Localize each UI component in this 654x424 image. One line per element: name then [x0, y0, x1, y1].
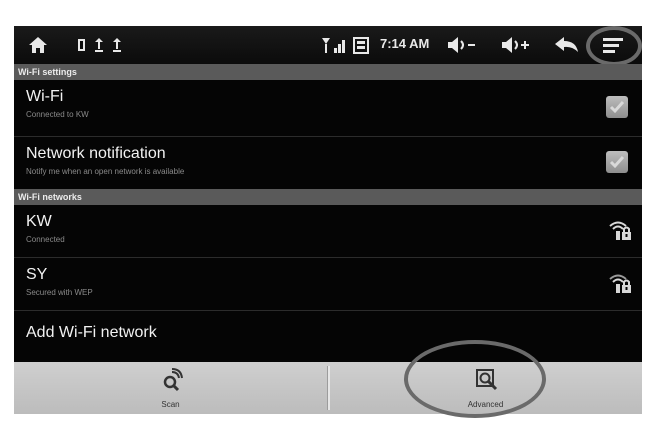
volume-down-icon[interactable] — [446, 36, 476, 54]
checkmark-icon — [609, 156, 625, 169]
network-notification-row[interactable]: Network notification Notify me when an o… — [14, 137, 642, 189]
wifi-toggle-row[interactable]: Wi-Fi Connected to KW — [14, 80, 642, 136]
status-bar: 7:14 AM — [14, 26, 642, 66]
network-ssid: SY — [26, 266, 48, 283]
network-status: Connected — [26, 235, 65, 244]
wifi-checkbox[interactable] — [606, 96, 628, 118]
volume-up-icon[interactable] — [500, 36, 530, 54]
status-clock: 7:14 AM — [380, 36, 430, 51]
checkmark-icon — [609, 101, 625, 114]
network-ssid: KW — [26, 213, 52, 230]
section-header-wifi-networks: Wi-Fi networks — [14, 189, 642, 205]
advanced-button[interactable]: Advanced — [329, 362, 642, 414]
network-item-sy[interactable]: SY Secured with WEP — [14, 258, 642, 310]
wifi-title: Wi-Fi — [26, 88, 64, 105]
scan-button[interactable]: Scan — [14, 362, 327, 414]
advanced-icon — [476, 369, 498, 391]
wifi-lock-icon — [609, 221, 631, 240]
scan-label: Scan — [161, 400, 180, 409]
add-wifi-network-label: Add Wi-Fi network — [26, 324, 157, 341]
network-notification-checkbox[interactable] — [606, 151, 628, 173]
signal-icons — [322, 37, 369, 54]
back-icon[interactable] — [554, 35, 580, 55]
add-wifi-network-row[interactable]: Add Wi-Fi network — [14, 311, 642, 361]
wifi-summary: Connected to KW — [26, 110, 89, 119]
options-action-bar: Scan Advanced — [14, 362, 642, 414]
network-status: Secured with WEP — [26, 288, 93, 297]
advanced-label: Advanced — [467, 400, 504, 409]
scan-icon — [163, 368, 183, 392]
home-icon[interactable] — [28, 35, 48, 55]
menu-icon[interactable] — [602, 37, 624, 53]
wifi-lock-icon — [609, 274, 631, 293]
network-notification-summary: Notify me when an open network is availa… — [26, 167, 185, 176]
notification-icons — [78, 38, 121, 52]
wifi-settings-screen: 7:14 AM Wi-Fi settings Wi-Fi Connected t… — [14, 26, 642, 414]
section-header-wifi-settings: Wi-Fi settings — [14, 64, 642, 80]
network-item-kw[interactable]: KW Connected — [14, 205, 642, 257]
network-notification-title: Network notification — [26, 145, 166, 162]
